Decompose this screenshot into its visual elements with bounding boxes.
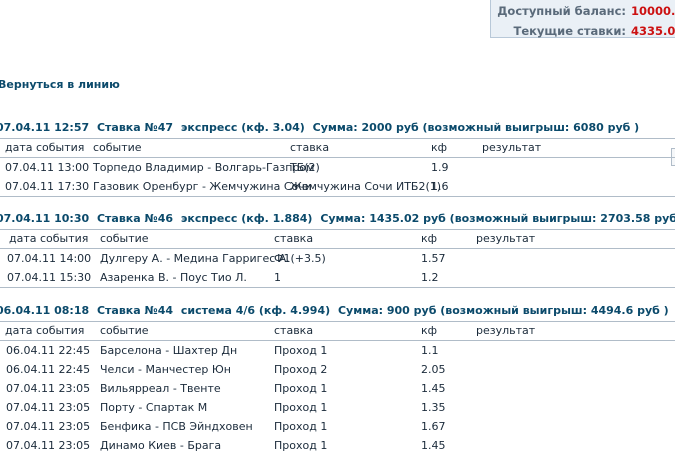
cell-event: Порту - Спартак М bbox=[100, 401, 208, 414]
cell-date: 06.04.11 22:45 bbox=[6, 363, 91, 376]
cell-event: Газовик Оренбург - Жемчужина Сочи bbox=[93, 180, 312, 193]
cell-event: Азаренка В. - Поус Тио Л. bbox=[100, 271, 247, 284]
current-bets-row: Текущие ставки: 4335.02 р bbox=[513, 21, 675, 41]
cell-bet: Проход 1 bbox=[274, 420, 328, 433]
cell-coef: 1.2 bbox=[421, 271, 439, 284]
table-row: 07.04.11 15:30 Азаренка В. - Поус Тио Л.… bbox=[0, 268, 675, 287]
col-result-header: результат bbox=[476, 232, 536, 245]
cell-bet: Проход 2 bbox=[274, 363, 328, 376]
bet-header: 07.04.11 10:30 Ставка №46 экспресс (кф. … bbox=[0, 212, 675, 225]
col-bet-header: ставка bbox=[274, 232, 314, 245]
col-result-header: результат bbox=[482, 141, 542, 154]
table-row: 07.04.11 23:05 Порту - Спартак М Проход … bbox=[0, 398, 675, 417]
cell-date: 07.04.11 13:00 bbox=[5, 161, 90, 174]
table-row: 07.04.11 23:05 Динамо Киев - Брага Прохо… bbox=[0, 436, 675, 455]
table-bottom-rule bbox=[0, 287, 675, 288]
bet-header: 07.04.11 12:57 Ставка №47 экспресс (кф. … bbox=[0, 121, 639, 134]
table-bottom-rule bbox=[0, 196, 675, 197]
cell-bet: ТБ(2) bbox=[290, 161, 320, 174]
cell-event: Барселона - Шахтер Дн bbox=[100, 344, 238, 357]
col-bet-header: ставка bbox=[274, 324, 314, 337]
col-date-header: дата события bbox=[9, 232, 89, 245]
current-bets-value: 4335.02 р bbox=[631, 24, 675, 38]
table-header-row: дата события событие ставка кф результат bbox=[0, 321, 675, 340]
col-result-header: результат bbox=[476, 324, 536, 337]
cell-coef: 1.6 bbox=[431, 180, 449, 193]
col-bet-header: ставка bbox=[290, 141, 330, 154]
available-balance-row: Доступный баланс: 10000.07 bbox=[497, 1, 675, 21]
cell-date: 07.04.11 23:05 bbox=[6, 382, 91, 395]
col-event-header: событие bbox=[93, 141, 142, 154]
col-date-header: дата события bbox=[5, 141, 85, 154]
bet-header: 06.04.11 08:18 Ставка №44 система 4/6 (к… bbox=[0, 304, 669, 317]
cell-coef: 1.67 bbox=[421, 420, 446, 433]
cell-date: 07.04.11 23:05 bbox=[6, 439, 91, 452]
cell-event: Челси - Манчестер Юн bbox=[100, 363, 231, 376]
cell-date: 07.04.11 17:30 bbox=[5, 180, 90, 193]
bet-kind: экспресс (кф. 1.884) bbox=[180, 212, 313, 225]
bet-amount: Сумма: 2000 руб (возможный выигрыш: 6080… bbox=[312, 121, 640, 134]
cell-bet: Проход 1 bbox=[274, 344, 328, 357]
cell-event: Бенфика - ПСВ Эйндховен bbox=[100, 420, 253, 433]
cell-coef: 1.45 bbox=[421, 439, 446, 452]
table-header-row: дата события событие ставка кф результат bbox=[0, 229, 675, 248]
col-event-header: событие bbox=[100, 324, 149, 337]
bet-kind: система 4/6 (кф. 4.994) bbox=[180, 304, 331, 317]
table-row: 07.04.11 23:05 Вильярреал - Твенте Прохо… bbox=[0, 379, 675, 398]
col-event-header: событие bbox=[100, 232, 149, 245]
bet-datetime: 07.04.11 10:30 bbox=[0, 212, 90, 225]
cell-date: 07.04.11 14:00 bbox=[7, 252, 92, 265]
cell-bet: Проход 1 bbox=[274, 382, 328, 395]
table-row: 07.04.11 13:00 Торпедо Владимир - Волгар… bbox=[0, 158, 675, 177]
available-balance-label: Доступный баланс: bbox=[497, 4, 626, 18]
col-coef-header: кф bbox=[431, 141, 448, 154]
bet-title: Ставка №47 bbox=[96, 121, 174, 134]
table-row: 07.04.11 17:30 Газовик Оренбург - Жемчуж… bbox=[0, 177, 675, 196]
cell-bet: Проход 1 bbox=[274, 439, 328, 452]
table-row: 06.04.11 22:45 Челси - Манчестер Юн Прох… bbox=[0, 360, 675, 379]
bet-title: Ставка №46 bbox=[96, 212, 174, 225]
col-date-header: дата события bbox=[5, 324, 85, 337]
col-coef-header: кф bbox=[421, 324, 438, 337]
cell-coef: 1.9 bbox=[431, 161, 449, 174]
current-bets-label: Текущие ставки: bbox=[513, 24, 626, 38]
cell-event: Дулгеру А. - Медина Гарригес А. bbox=[100, 252, 290, 265]
col-coef-header: кф bbox=[421, 232, 438, 245]
cell-event: Вильярреал - Твенте bbox=[100, 382, 221, 395]
bet-datetime: 07.04.11 12:57 bbox=[0, 121, 90, 134]
cell-date: 07.04.11 15:30 bbox=[7, 271, 92, 284]
balance-panel: Доступный баланс: 10000.07 Текущие ставки… bbox=[490, 0, 675, 38]
table-header-row: дата события событие ставка кф результат bbox=[0, 138, 675, 157]
bet-title: Ставка №44 bbox=[96, 304, 174, 317]
cell-bet: Ф1(+3.5) bbox=[274, 252, 326, 265]
cell-coef: 1.1 bbox=[421, 344, 439, 357]
cell-coef: 2.05 bbox=[421, 363, 446, 376]
table-row: 06.04.11 22:45 Барселона - Шахтер Дн Про… bbox=[0, 341, 675, 360]
available-balance-value: 10000.07 bbox=[631, 4, 675, 18]
cell-date: 06.04.11 22:45 bbox=[6, 344, 91, 357]
bet-kind: экспресс (кф. 3.04) bbox=[180, 121, 305, 134]
cell-coef: 1.35 bbox=[421, 401, 446, 414]
cell-bet: 1 bbox=[274, 271, 281, 284]
cell-date: 07.04.11 23:05 bbox=[6, 401, 91, 414]
cell-event: Торпедо Владимир - Волгарь-Газпром bbox=[93, 161, 315, 174]
cell-coef: 1.57 bbox=[421, 252, 446, 265]
table-row: 07.04.11 23:05 Бенфика - ПСВ Эйндховен П… bbox=[0, 417, 675, 436]
cell-date: 07.04.11 23:05 bbox=[6, 420, 91, 433]
cell-bet: Жемчужина Сочи ИТБ2(1) bbox=[290, 180, 442, 193]
bet-amount: Сумма: 900 руб (возможный выигрыш: 4494.… bbox=[337, 304, 669, 317]
bet-amount: Сумма: 1435.02 руб (возможный выигрыш: 2… bbox=[320, 212, 675, 225]
back-to-line-link[interactable]: Вернуться в линию bbox=[0, 78, 120, 91]
table-row: 07.04.11 14:00 Дулгеру А. - Медина Гарри… bbox=[0, 249, 675, 268]
cell-event: Динамо Киев - Брага bbox=[100, 439, 222, 452]
cell-coef: 1.45 bbox=[421, 382, 446, 395]
bet-datetime: 06.04.11 08:18 bbox=[0, 304, 90, 317]
cell-bet: Проход 1 bbox=[274, 401, 328, 414]
